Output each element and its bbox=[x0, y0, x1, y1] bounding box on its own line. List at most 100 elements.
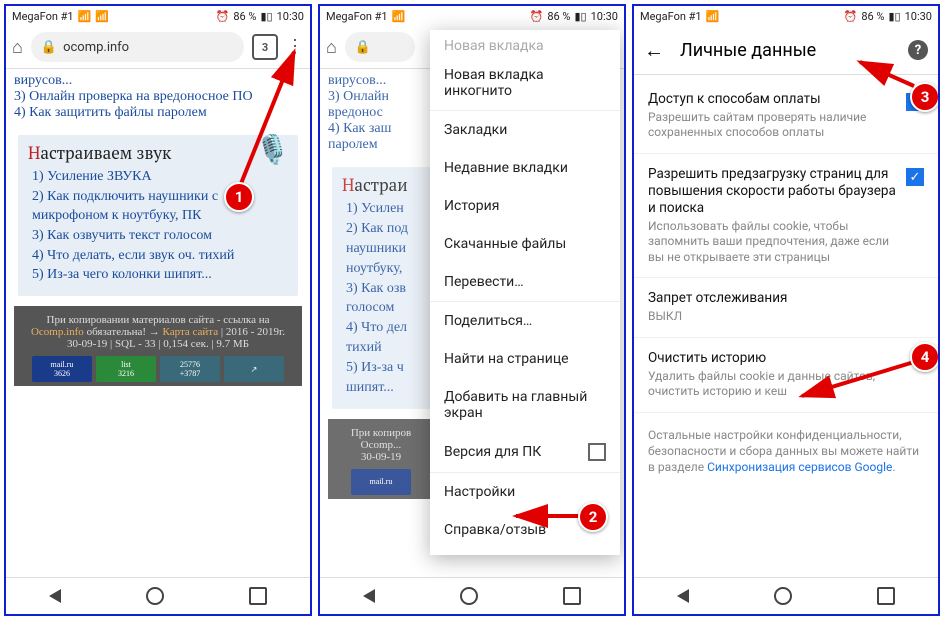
back-arrow-icon[interactable]: ← bbox=[644, 38, 664, 63]
lock-icon: 🔒 bbox=[41, 40, 57, 55]
sound-section: 🎙️ Настраиваем звук 1) Усиление ЗВУКА 2)… bbox=[18, 135, 298, 296]
list-item[interactable]: ноутбуку, bbox=[346, 260, 422, 279]
phone-screenshot-1: MegaFon #1 📶 📶 ⏰ 86 % ▮▯ 10:30 ⌂ 🔒 ocomp… bbox=[4, 4, 312, 616]
menu-item-share[interactable]: Поделиться… bbox=[430, 301, 620, 340]
setting-sublabel: Использовать файлы cookie, чтобы запомни… bbox=[648, 219, 896, 266]
list-item[interactable]: тихий bbox=[346, 339, 422, 358]
status-bar: MegaFon #1 📶 📶 ⏰ 86 % ▮▯ 10:30 bbox=[6, 6, 310, 26]
page-link[interactable]: вирусов... bbox=[14, 73, 302, 89]
signal-icon: 📶 bbox=[706, 10, 720, 23]
signal-icon: 📶 bbox=[78, 10, 92, 23]
list-item[interactable]: 5) Из-за чего колонки шипят... bbox=[32, 266, 288, 285]
footer-link[interactable]: Ocomp.info bbox=[31, 326, 84, 338]
setting-row-clear-history[interactable]: Очистить историю Удалить файлы cookie и … bbox=[634, 338, 938, 413]
url-bar[interactable]: 🔒 bbox=[345, 32, 415, 62]
list-item[interactable]: 5) Из-за ч bbox=[346, 359, 422, 378]
counter-badge: 25776+3787 bbox=[160, 356, 220, 382]
back-button[interactable] bbox=[49, 589, 61, 603]
alarm-icon: ⏰ bbox=[216, 10, 230, 23]
signal-icon: 📶 bbox=[392, 10, 406, 23]
menu-item-incognito[interactable]: Новая вкладка инкогнито bbox=[430, 56, 620, 110]
setting-row-dnt[interactable]: Запрет отслеживания ВЫКЛ bbox=[634, 278, 938, 337]
recent-button[interactable] bbox=[563, 587, 581, 605]
settings-footer-note: Остальные настройки конфиденциальности, … bbox=[634, 413, 938, 490]
menu-item-find[interactable]: Найти на странице bbox=[430, 340, 620, 378]
chrome-overflow-menu: Новая вкладка Новая вкладка инкогнито За… bbox=[430, 30, 620, 555]
list-item[interactable]: 3) Как озв bbox=[346, 280, 422, 299]
menu-item-new-tab[interactable]: Новая вкладка bbox=[430, 36, 620, 56]
setting-label: Очистить историю bbox=[648, 350, 924, 367]
clock-label: 10:30 bbox=[277, 10, 304, 23]
page-link[interactable]: 3) Онлайн проверка на вредоносное ПО bbox=[14, 89, 302, 105]
list-item[interactable]: 3) Как озвучить текст голосом bbox=[32, 227, 288, 246]
setting-sublabel: ВЫКЛ bbox=[648, 309, 924, 325]
setting-row-payment[interactable]: Доступ к способам оплаты Разрешить сайта… bbox=[634, 79, 938, 154]
battery-icon: ▮▯ bbox=[574, 10, 586, 23]
setting-sublabel: Разрешить сайтам проверять наличие сохра… bbox=[648, 110, 896, 141]
android-nav-bar bbox=[6, 577, 310, 614]
annotation-badge-4: 4 bbox=[910, 342, 940, 372]
lock-icon: 🔒 bbox=[355, 40, 371, 55]
back-button[interactable] bbox=[677, 589, 689, 603]
list-item[interactable]: 4) Что делать, если звук оч. тихий bbox=[32, 247, 288, 266]
battery-icon: ▮▯ bbox=[888, 10, 900, 23]
home-icon[interactable]: ⌂ bbox=[326, 37, 337, 58]
clock-label: 10:30 bbox=[905, 10, 932, 23]
page-link[interactable]: 3) Онлайн проверка на вредоносное ПО bbox=[328, 89, 388, 105]
menu-item-translate[interactable]: Перевести… bbox=[430, 263, 620, 301]
battery-icon: ▮▯ bbox=[260, 10, 272, 23]
tabs-button[interactable]: 3 bbox=[252, 34, 278, 60]
setting-label: Разрешить предзагрузку страниц для повыш… bbox=[648, 166, 896, 217]
alarm-icon: ⏰ bbox=[844, 10, 858, 23]
footer-link[interactable]: Карта сайта bbox=[163, 326, 219, 338]
annotation-badge-2: 2 bbox=[578, 502, 608, 532]
wifi-icon: 📶 bbox=[95, 10, 109, 23]
battery-label: 86 % bbox=[547, 10, 570, 23]
menu-item-desktop-site[interactable]: Версия для ПК bbox=[430, 432, 620, 472]
list-item[interactable]: 1) Усилен bbox=[346, 200, 422, 219]
home-icon[interactable]: ⌂ bbox=[12, 37, 23, 58]
setting-row-preload[interactable]: Разрешить предзагрузку страниц для повыш… bbox=[634, 154, 938, 278]
back-button[interactable] bbox=[363, 589, 375, 603]
list-item[interactable]: 4) Что дел bbox=[346, 319, 422, 338]
microphone-icon: 🎙️ bbox=[255, 133, 290, 167]
carrier-label: MegaFon #1 bbox=[12, 10, 74, 23]
section-title: Настраиваем звук bbox=[28, 141, 288, 164]
desktop-checkbox[interactable] bbox=[588, 443, 606, 461]
counter-badge: list3216 bbox=[96, 356, 156, 382]
status-bar: MegaFon #1 📶 ⏰ 86 % ▮▯ 10:30 bbox=[634, 6, 938, 26]
list-item[interactable]: голосом bbox=[346, 299, 422, 318]
footer-stats: 30-09-19 | SQL - 33 | 0,154 сек. | 9.7 М… bbox=[20, 338, 296, 350]
home-button[interactable] bbox=[146, 587, 164, 605]
settings-title: Личные данные bbox=[680, 40, 892, 61]
url-bar[interactable]: 🔒 ocomp.info bbox=[31, 32, 244, 62]
carrier-label: MegaFon #1 bbox=[640, 10, 702, 23]
google-sync-link[interactable]: Синхронизация сервисов Google bbox=[707, 460, 892, 474]
checkbox-checked-icon[interactable]: ✓ bbox=[906, 168, 924, 186]
recent-button[interactable] bbox=[249, 587, 267, 605]
phone-screenshot-3: MegaFon #1 📶 ⏰ 86 % ▮▯ 10:30 ← Личные да… bbox=[632, 4, 940, 616]
list-item[interactable]: наушники bbox=[346, 240, 422, 259]
menu-item-bookmarks[interactable]: Закладки bbox=[430, 110, 620, 149]
menu-item-recent-tabs[interactable]: Недавние вкладки bbox=[430, 149, 620, 187]
settings-header: ← Личные данные ? bbox=[634, 26, 938, 75]
home-button[interactable] bbox=[460, 587, 478, 605]
page-content: вирусов... 3) Онлайн проверка на вредоно… bbox=[6, 69, 310, 577]
page-footer: При копировании материалов сайта - ссылк… bbox=[14, 306, 302, 386]
phone-screenshot-2: MegaFon #1 📶 ⏰ 86 % ▮▯ 10:30 ⌂ 🔒 вирусов… bbox=[318, 4, 626, 616]
page-link[interactable]: 4) Как защитить файлы паролем bbox=[14, 105, 302, 121]
sound-section: Настраи 1) Усилен 2) Как под наушники но… bbox=[332, 167, 432, 409]
menu-item-history[interactable]: История bbox=[430, 187, 620, 225]
list-item[interactable]: 1) Усиление ЗВУКА bbox=[32, 168, 288, 187]
list-item[interactable]: шипят... bbox=[346, 379, 422, 398]
home-button[interactable] bbox=[774, 587, 792, 605]
status-bar: MegaFon #1 📶 ⏰ 86 % ▮▯ 10:30 bbox=[320, 6, 624, 26]
alarm-icon: ⏰ bbox=[530, 10, 544, 23]
recent-button[interactable] bbox=[877, 587, 895, 605]
list-item[interactable]: 2) Как под bbox=[346, 220, 422, 239]
setting-label: Доступ к способам оплаты bbox=[648, 91, 896, 108]
menu-item-add-home[interactable]: Добавить на главный экран bbox=[430, 378, 620, 432]
help-icon[interactable]: ? bbox=[908, 40, 928, 60]
setting-sublabel: Удалить файлы cookie и данные сайтов, оч… bbox=[648, 369, 924, 400]
menu-item-downloads[interactable]: Скачанные файлы bbox=[430, 225, 620, 263]
